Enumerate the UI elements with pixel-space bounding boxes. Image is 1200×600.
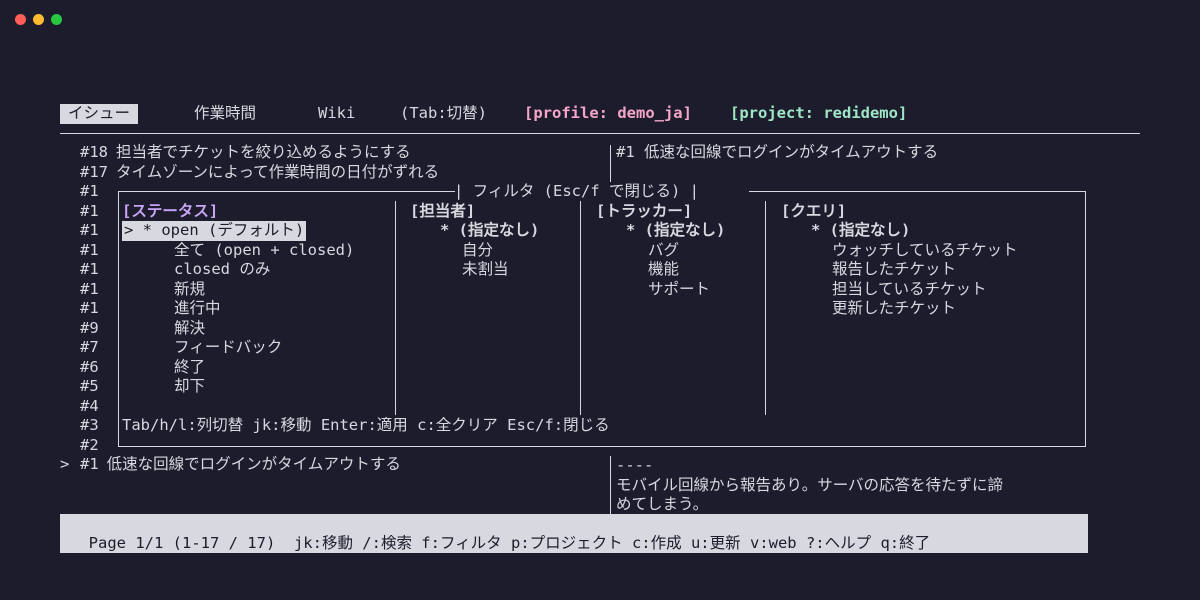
tab-wiki[interactable]: Wiki xyxy=(318,104,355,124)
filter-popup-title: | フィルタ (Esc/f で閉じる) | xyxy=(454,182,700,200)
filter-column-header-status: [ステータス] xyxy=(122,202,219,220)
detail-separator: ---- xyxy=(616,456,654,474)
filter-help-text: Tab/h/l:列切替 jk:移動 Enter:適用 c:全クリア Esc/f:… xyxy=(122,416,610,434)
issue-row[interactable]: #4 xyxy=(60,397,107,417)
issue-row-cursor: > xyxy=(60,455,70,473)
filter-option-query-watched[interactable]: ウォッチしているチケット xyxy=(832,241,1018,261)
issue-row[interactable]: #9 xyxy=(60,319,107,339)
filter-option-query-none[interactable]: * (指定なし) xyxy=(811,221,910,241)
issue-row-id: #1 xyxy=(80,221,99,239)
filter-option-tracker-feature[interactable]: 機能 xyxy=(648,260,679,280)
minimize-window-button[interactable] xyxy=(33,14,44,25)
filter-option-open-default[interactable]: > * open (デフォルト) xyxy=(122,221,307,241)
filter-column-header-query: [クエリ] xyxy=(781,202,847,220)
issue-row[interactable]: #3 xyxy=(60,416,107,436)
detail-body-line-1: モバイル回線から報告あり。サーバの応答を待たずに諦 xyxy=(616,476,1004,494)
issue-row-id: #3 xyxy=(80,416,99,434)
issue-row[interactable]: #1 xyxy=(60,260,107,280)
issue-row-id: #1 xyxy=(80,182,99,200)
issue-row-id: #2 xyxy=(80,435,99,454)
issue-row-title: 担当者でチケットを絞り込めるようにする xyxy=(116,143,411,161)
column-divider-2 xyxy=(580,201,581,415)
filter-option-tracker-none[interactable]: * (指定なし) xyxy=(626,221,725,241)
filter-option-tracker-bug[interactable]: バグ xyxy=(648,241,679,261)
issue-row[interactable]: #1 xyxy=(60,280,107,300)
issue-row[interactable]: #2 xyxy=(60,436,107,456)
issue-row[interactable]: #18 担当者でチケットを絞り込めるようにする xyxy=(60,143,411,163)
tab-hint: (Tab:切替) xyxy=(400,104,487,122)
issue-row-id: #18 xyxy=(80,143,108,161)
issue-row-id: #1 xyxy=(80,299,99,317)
issue-row[interactable]: #1 xyxy=(60,202,107,222)
issue-row[interactable]: #17 タイムゾーンによって作業時間の日付がずれる xyxy=(60,163,439,183)
filter-option-query-assigned[interactable]: 担当しているチケット xyxy=(832,280,987,300)
maximize-window-button[interactable] xyxy=(51,14,62,25)
issue-row[interactable]: #1 xyxy=(60,241,107,261)
issue-row[interactable]: #1 xyxy=(60,299,107,319)
filter-option-assignee-none[interactable]: * (指定なし) xyxy=(440,221,539,241)
issue-row-id: #1 xyxy=(80,279,99,298)
filter-option-query-reported[interactable]: 報告したチケット xyxy=(832,260,956,280)
issue-row-id: #9 xyxy=(80,318,99,337)
issue-row-id: #1 xyxy=(80,455,99,473)
issue-row-id: #6 xyxy=(80,357,99,376)
issue-row-title: 低速な回線でログインがタイムアウトする xyxy=(106,455,401,473)
profile-label: [profile: demo_ja] xyxy=(524,104,692,122)
tab-time-entries[interactable]: 作業時間 xyxy=(194,104,256,124)
issue-row[interactable]: #6 xyxy=(60,358,107,378)
status-bar-text: Page 1/1 (1-17 / 17) jk:移動 /:検索 f:フィルタ p… xyxy=(88,533,931,552)
issue-row-id: #17 xyxy=(80,162,108,181)
issue-row[interactable]: #5 xyxy=(60,377,107,397)
filter-option-tracker-support[interactable]: サポート xyxy=(648,280,710,300)
popup-top-border-left xyxy=(119,191,455,192)
project-label: [project: redidemo] xyxy=(730,104,908,122)
issue-row[interactable]: #1 xyxy=(60,182,107,202)
close-window-button[interactable] xyxy=(15,14,26,25)
header-divider xyxy=(60,133,1140,134)
filter-option-assignee-unassigned[interactable]: 未割当 xyxy=(462,260,509,280)
filter-option-in-progress[interactable]: 進行中 xyxy=(174,299,221,319)
column-divider-1 xyxy=(395,201,396,415)
filter-option-assignee-me[interactable]: 自分 xyxy=(462,241,493,261)
issue-row-id: #4 xyxy=(80,396,99,415)
filter-option-new[interactable]: 新規 xyxy=(174,280,205,300)
detail-divider-bottom xyxy=(610,456,611,514)
filter-column-header-assignee: [担当者] xyxy=(410,202,476,220)
detail-header-title: #1 低速な回線でログインがタイムアウトする xyxy=(616,143,939,161)
issue-row-id: #5 xyxy=(80,377,99,395)
issue-row-id: #1 xyxy=(80,240,99,259)
issue-row[interactable]: > #1 低速な回線でログインがタイムアウトする xyxy=(60,455,401,475)
detail-body-line-2: めてしまう。 xyxy=(616,495,709,513)
filter-option-feedback[interactable]: フィードバック xyxy=(174,338,282,358)
tab-issues[interactable]: イシュー xyxy=(60,104,139,124)
filter-option-query-updated[interactable]: 更新したチケット xyxy=(832,299,956,319)
filter-column-header-tracker: [トラッカー] xyxy=(596,202,693,220)
issue-row[interactable]: #7 xyxy=(60,338,107,358)
filter-option-rejected[interactable]: 却下 xyxy=(174,377,205,397)
filter-option-all[interactable]: 全て (open + closed) xyxy=(174,241,354,261)
issue-row-id: #1 xyxy=(80,201,99,220)
issue-row-id: #1 xyxy=(80,260,99,278)
issue-row-id: #7 xyxy=(80,338,99,356)
status-bar: Page 1/1 (1-17 / 17) jk:移動 /:検索 f:フィルタ p… xyxy=(60,514,1088,553)
filter-option-closed[interactable]: 終了 xyxy=(174,358,205,378)
filter-option-resolved[interactable]: 解決 xyxy=(174,319,205,339)
issue-row[interactable]: #1 xyxy=(60,221,107,241)
popup-top-border-right xyxy=(749,191,1085,192)
detail-divider-top xyxy=(610,145,611,182)
column-divider-3 xyxy=(765,201,766,415)
filter-option-closed-only[interactable]: closed のみ xyxy=(174,260,270,280)
issue-row-title: タイムゾーンによって作業時間の日付がずれる xyxy=(116,162,440,181)
